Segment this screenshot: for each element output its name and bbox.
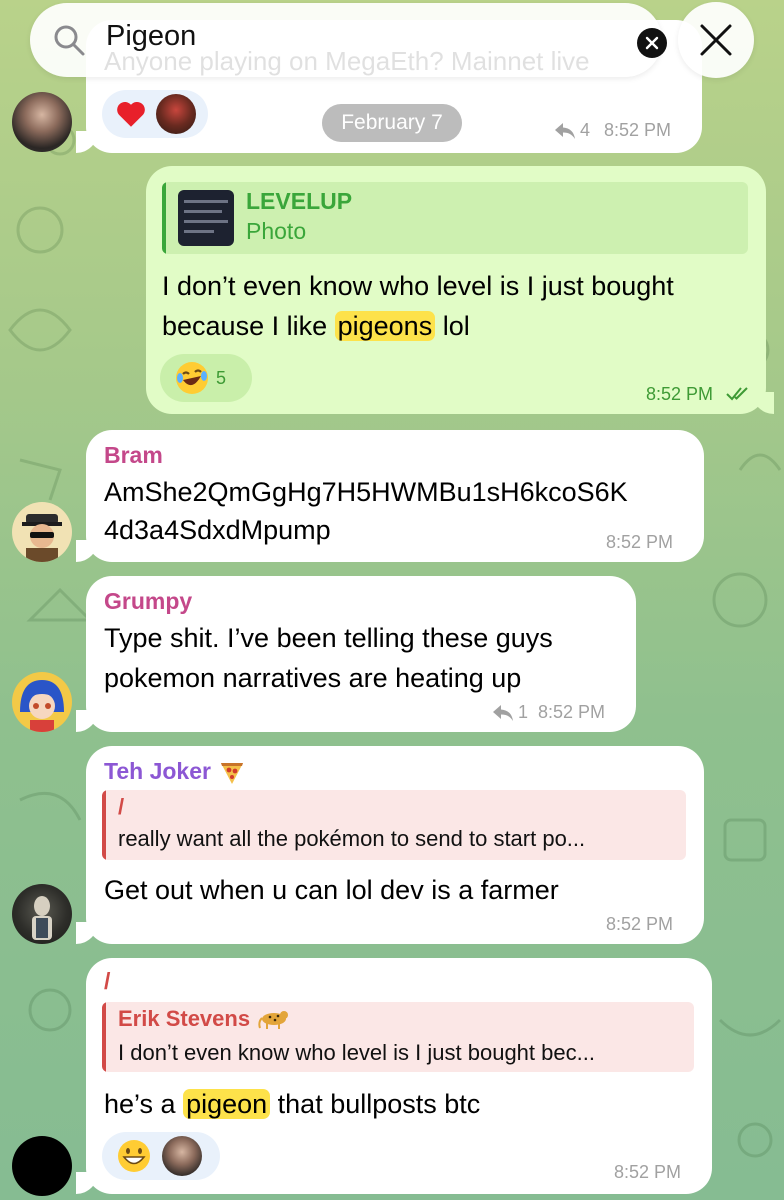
message-text-line: 4d3a4SdxdMpump xyxy=(104,515,331,545)
reply-count[interactable]: 1 xyxy=(492,702,528,723)
message-time: 8:52 PM xyxy=(646,384,714,404)
reply-count-number: 1 xyxy=(518,702,529,722)
message-time: 8:52 PM xyxy=(538,702,606,722)
reply-arrow-icon xyxy=(493,704,513,721)
quote-bar xyxy=(162,182,166,254)
quote-text: I don’t even know who level is I just bo… xyxy=(118,1040,595,1065)
faded-message-text: Anyone playing on MegaEth? Mainnet live xyxy=(104,46,590,76)
message-text: Get out when u can lol dev is a farmer xyxy=(104,875,559,905)
reply-count-number: 4 xyxy=(580,120,591,140)
avatar[interactable] xyxy=(12,1136,72,1196)
message-time: 8:52 PM xyxy=(606,914,674,934)
sender-name[interactable]: Teh Joker xyxy=(104,758,245,785)
message-time: 8:52 PM xyxy=(604,120,672,140)
incoming-message-bubble[interactable]: Bram AmShe2QmGgHg7H5HWMBu1sH6kcoS6K 4d3a… xyxy=(76,430,704,562)
close-search-button[interactable] xyxy=(678,2,754,78)
sender-name[interactable]: / xyxy=(104,968,110,995)
avatar[interactable] xyxy=(12,92,72,152)
message-text-line: pokemon narratives are heating up xyxy=(104,663,522,693)
reply-count[interactable]: 4 xyxy=(554,120,590,141)
reaction-pill[interactable] xyxy=(102,1132,220,1180)
incoming-message-bubble[interactable]: Teh Joker / really want all the pokémon … xyxy=(76,746,704,944)
bubble-tail xyxy=(76,540,98,562)
grin-emoji-icon xyxy=(118,1140,150,1172)
outgoing-message-bubble[interactable]: LEVELUP Photo I don’t even know who leve… xyxy=(146,166,774,414)
avatar-cartoon xyxy=(20,680,64,732)
message-text-line: Type shit. I’ve been telling these guys xyxy=(104,623,553,653)
reply-quote[interactable]: LEVELUP Photo xyxy=(162,182,748,254)
quote-title: Erik Stevens xyxy=(118,1006,290,1032)
incoming-message-bubble[interactable]: Grumpy Type shit. I’ve been telling thes… xyxy=(76,576,636,732)
quote-title: / xyxy=(118,794,125,819)
message-text: I don’t even know who level is I just bo… xyxy=(162,266,752,346)
bubble-tail xyxy=(752,392,774,414)
rofl-emoji-icon xyxy=(176,362,208,394)
search-highlight: pigeons xyxy=(334,311,436,341)
leopard-emoji-icon xyxy=(258,1011,289,1029)
message-text-line: AmShe2QmGgHg7H5HWMBu1sH6kcoS6K xyxy=(104,477,628,507)
bubble-tail xyxy=(76,1172,98,1194)
reactor-avatar xyxy=(162,1136,202,1176)
sender-name[interactable]: Grumpy xyxy=(104,588,192,615)
quote-bar xyxy=(102,790,106,860)
quote-text: really want all the pokémon to send to s… xyxy=(118,826,586,851)
close-icon xyxy=(700,24,732,56)
reaction-count: 5 xyxy=(216,367,227,388)
reaction-pill[interactable]: 5 xyxy=(160,354,252,402)
quote-thumbnail xyxy=(178,190,234,246)
search-highlight: pigeon xyxy=(183,1089,271,1119)
message-text-part: he’s a xyxy=(104,1089,184,1119)
avatar-photo xyxy=(32,896,52,940)
sender-name[interactable]: Bram xyxy=(104,442,163,469)
message-time: 8:52 PM xyxy=(606,532,674,552)
search-icon xyxy=(54,25,85,56)
bubble-tail xyxy=(76,922,98,944)
sender-name-text: Teh Joker xyxy=(104,758,211,784)
bubble-tail xyxy=(76,131,98,153)
clear-search-button[interactable] xyxy=(637,28,667,58)
quote-subtitle: Photo xyxy=(246,218,307,244)
reactor-avatar xyxy=(156,94,196,134)
avatar[interactable] xyxy=(12,502,72,562)
avatar[interactable] xyxy=(12,884,72,944)
quote-bar xyxy=(102,1002,106,1072)
clear-icon xyxy=(645,36,659,50)
reply-quote[interactable]: / really want all the pokémon to send to… xyxy=(102,790,686,860)
quote-title: LEVELUP xyxy=(246,188,353,214)
message-text-part: lol xyxy=(435,311,470,341)
date-chip-label: February 7 xyxy=(341,111,443,134)
date-chip: February 7 xyxy=(322,104,462,142)
reply-quote[interactable]: Erik Stevens I don’t even know who level… xyxy=(102,1002,694,1072)
incoming-message-bubble[interactable]: / Erik Stevens I don’t even know who lev… xyxy=(76,958,712,1194)
bubble-tail xyxy=(76,710,98,732)
double-check-icon xyxy=(726,387,748,401)
avatar-cartoon xyxy=(22,514,62,562)
message-time: 8:52 PM xyxy=(614,1162,682,1182)
reply-arrow-icon xyxy=(555,122,575,139)
quote-title-text: Erik Stevens xyxy=(118,1006,251,1031)
heart-icon xyxy=(117,101,145,127)
message-text: he’s a pigeon that bullposts btc xyxy=(104,1084,480,1124)
avatar[interactable] xyxy=(12,672,72,732)
reaction-pill[interactable] xyxy=(102,90,208,138)
message-text-part: that bullposts btc xyxy=(270,1089,481,1119)
pizza-emoji-icon xyxy=(220,762,243,784)
